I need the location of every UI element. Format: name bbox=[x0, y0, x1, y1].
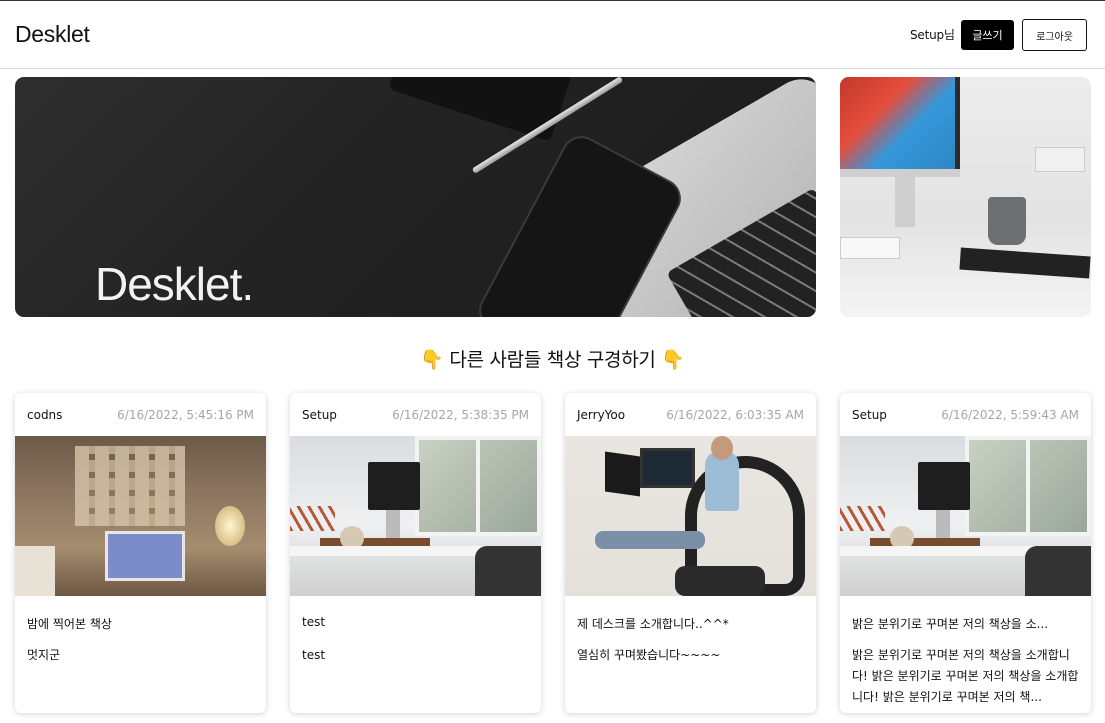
side-stand-image bbox=[895, 177, 915, 227]
logout-button[interactable]: 로그아웃 bbox=[1022, 19, 1087, 51]
image-detail bbox=[475, 546, 541, 596]
image-detail bbox=[105, 531, 185, 581]
post-body: test bbox=[302, 648, 326, 662]
side-mug-image bbox=[988, 197, 1026, 245]
post-author: Setup bbox=[852, 408, 887, 422]
post-title[interactable]: 밝은 분위기로 꾸며본 저의 책상을 소... bbox=[852, 615, 1079, 632]
image-detail bbox=[215, 506, 245, 546]
post-body: 열심히 꾸며봤습니다~~~~ bbox=[577, 648, 721, 662]
hero-side-image bbox=[840, 77, 1091, 317]
image-detail bbox=[386, 510, 400, 540]
side-screen-image bbox=[840, 77, 955, 169]
post-image[interactable] bbox=[565, 436, 816, 596]
image-detail bbox=[711, 436, 733, 460]
image-detail bbox=[15, 546, 55, 596]
post-date: 6/16/2022, 5:45:16 PM bbox=[117, 408, 254, 422]
image-detail bbox=[75, 446, 185, 526]
post-body: 멋지군 bbox=[27, 648, 61, 662]
image-detail bbox=[675, 566, 765, 596]
post-card[interactable]: Setup 6/16/2022, 5:59:43 AM 밝은 분위기로 꾸며본 … bbox=[840, 393, 1091, 713]
post-card[interactable]: JerryYoo 6/16/2022, 6:03:35 AM 제 데스크를 소개… bbox=[565, 393, 816, 713]
post-image[interactable] bbox=[290, 436, 541, 596]
image-detail bbox=[476, 436, 480, 536]
image-detail bbox=[918, 462, 970, 510]
post-author: Setup bbox=[302, 408, 337, 422]
post-card[interactable]: codns 6/16/2022, 5:45:16 PM 밤에 찍어본 책상 멋지… bbox=[15, 393, 266, 713]
write-post-button[interactable]: 글쓰기 bbox=[961, 20, 1014, 50]
image-detail bbox=[290, 506, 335, 531]
post-date: 6/16/2022, 5:38:35 PM bbox=[392, 408, 529, 422]
post-image[interactable] bbox=[15, 436, 266, 596]
post-image[interactable] bbox=[840, 436, 1091, 596]
side-switch-image bbox=[1035, 147, 1085, 172]
logo[interactable]: Desklet bbox=[15, 21, 90, 48]
post-title[interactable]: 제 데스크를 소개합니다..^^* bbox=[577, 615, 804, 632]
post-author: JerryYoo bbox=[577, 408, 626, 422]
section-title: 👇 다른 사람들 책상 구경하기 👇 bbox=[420, 349, 685, 371]
top-nav: Desklet Setup님 글쓰기 로그아웃 bbox=[0, 1, 1105, 69]
side-keyboard-image bbox=[840, 237, 900, 259]
hero-title: Desklet. bbox=[95, 258, 254, 310]
image-detail bbox=[1026, 436, 1030, 536]
post-card[interactable]: Setup 6/16/2022, 5:38:35 PM test test bbox=[290, 393, 541, 713]
image-detail bbox=[936, 510, 950, 540]
post-title[interactable]: test bbox=[302, 615, 529, 629]
hero-notebook-image bbox=[388, 77, 572, 142]
post-body: 밝은 분위기로 꾸며본 저의 책상을 소개합니다! 밝은 분위기로 꾸며본 저의… bbox=[852, 648, 1079, 704]
post-title[interactable]: 밤에 찍어본 책상 bbox=[27, 615, 254, 632]
image-detail bbox=[605, 451, 640, 497]
image-detail bbox=[1025, 546, 1091, 596]
user-greeting: Setup님 bbox=[910, 28, 955, 42]
post-author: codns bbox=[27, 408, 63, 422]
image-detail bbox=[368, 462, 420, 510]
post-date: 6/16/2022, 5:59:43 AM bbox=[941, 408, 1079, 422]
image-detail bbox=[640, 448, 695, 488]
image-detail bbox=[705, 451, 739, 511]
side-book-image bbox=[959, 247, 1091, 279]
post-date: 6/16/2022, 6:03:35 AM bbox=[666, 408, 804, 422]
hero-banner: Desklet. bbox=[15, 77, 816, 317]
image-detail bbox=[840, 506, 885, 531]
image-detail bbox=[595, 531, 705, 549]
